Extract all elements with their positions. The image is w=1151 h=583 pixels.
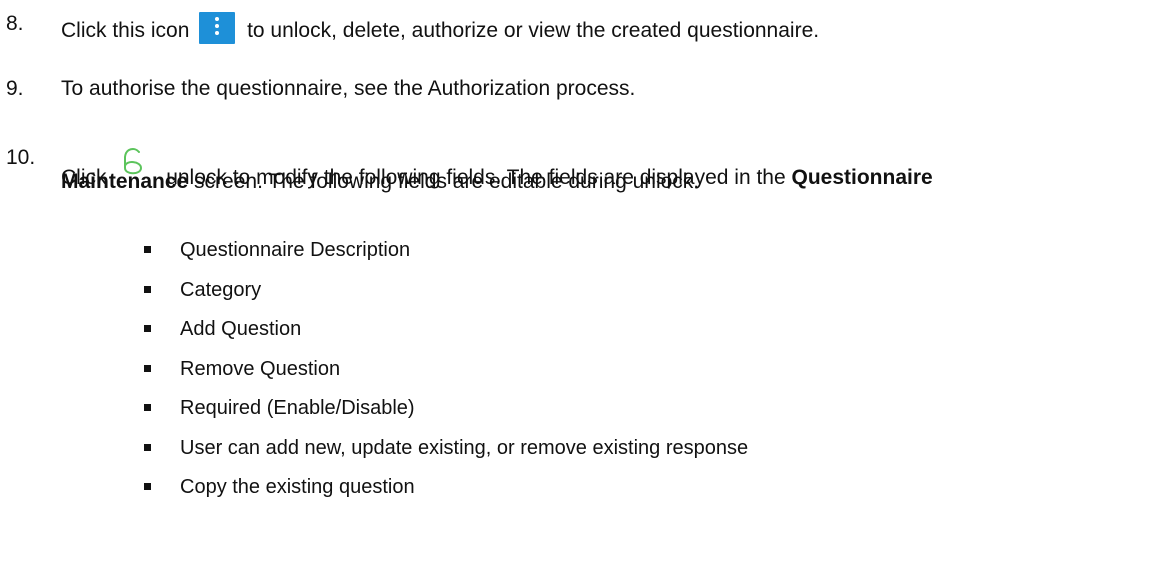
screen-name-bold: Questionnaire — [791, 166, 933, 189]
list-item-text: Copy the existing question — [180, 476, 415, 498]
bullet-marker — [144, 325, 151, 332]
step-number: 10. — [6, 146, 36, 169]
step-10: 10. Click unlock to modify the following… — [0, 146, 1151, 206]
step-text-after-icon: to unlock, delete, authorize or view the… — [247, 19, 820, 42]
bullet-marker — [144, 443, 151, 451]
bullet-marker — [144, 364, 151, 372]
list-item-text: Questionnaire Description — [180, 239, 411, 261]
step-9: 9. To authorise the questionnaire, see t… — [0, 77, 1151, 107]
step-text: To authorise the questionnaire, see the … — [61, 77, 636, 100]
bullet-marker — [144, 246, 151, 253]
bullet-marker — [144, 404, 151, 411]
list-item-text: Remove Question — [180, 357, 341, 380]
screen-name-bold: Maintenance — [61, 170, 189, 193]
step-number: 9. — [6, 77, 24, 100]
step-text-before-icon: Click this icon — [61, 19, 190, 42]
step-text-after-bold: screen. The following fields are editabl… — [194, 170, 700, 193]
bullet-marker — [144, 285, 151, 293]
bullet-marker — [144, 483, 151, 490]
list-item-text: User can add new, update existing, or re… — [180, 436, 749, 459]
step-text: Click this icon to unlock, delete, autho… — [61, 12, 819, 44]
step-text-line-2: Maintenance screen. The following fields… — [61, 170, 699, 194]
step-8: 8. Click this icon to unlock, delete, au… — [0, 12, 1151, 44]
more-options-icon[interactable] — [199, 12, 236, 44]
list-item-text: Category — [180, 278, 262, 301]
list-item-text: Required (Enable/Disable) — [180, 397, 415, 419]
list-item-text: Add Question — [180, 318, 302, 340]
step-number: 8. — [6, 12, 24, 35]
